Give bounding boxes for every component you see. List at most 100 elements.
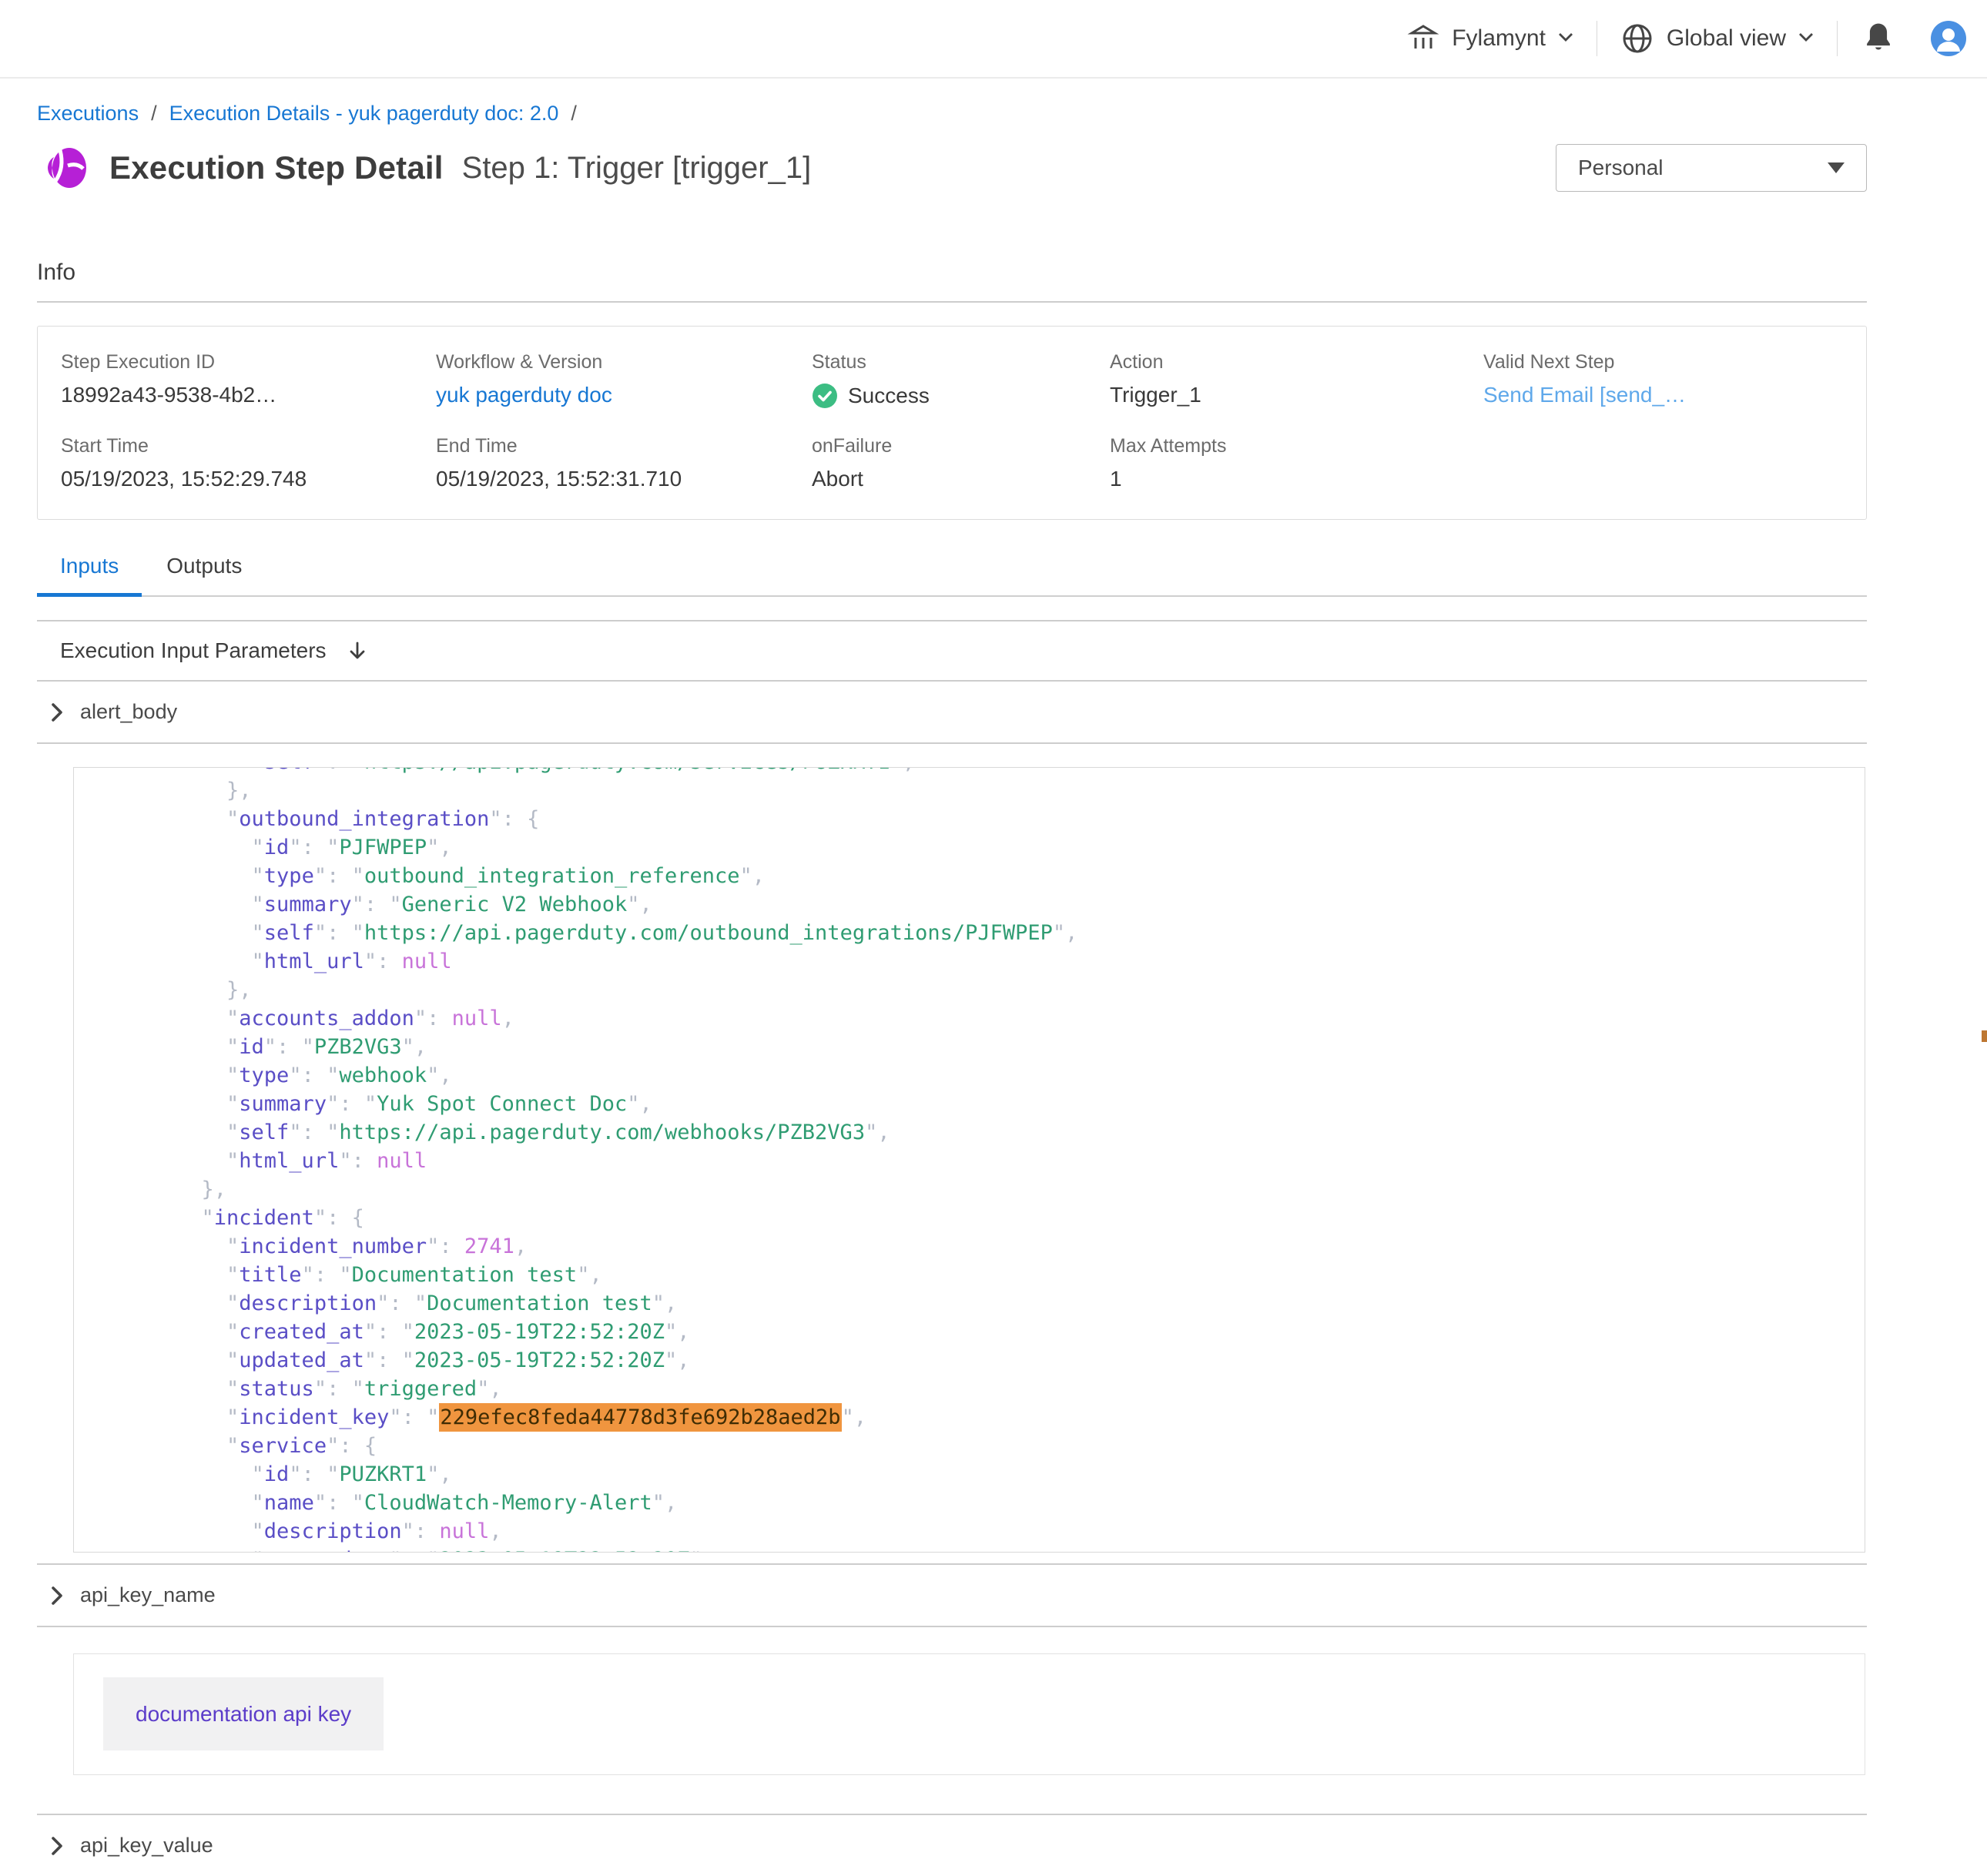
expander-label: api_key_name [80, 1583, 216, 1607]
code-line: "incident_key": "229efec8feda44778d3fe69… [176, 1403, 1865, 1432]
status-text: Success [848, 384, 930, 408]
section-divider [37, 1626, 1867, 1627]
code-line: "self": "https://api.pagerduty.com/servi… [176, 767, 1865, 776]
code-line: "accounts_addon": null, [176, 1004, 1865, 1033]
code-line: "html_url": null [176, 947, 1865, 976]
code-line: "id": "PJFWPEP", [176, 833, 1865, 862]
info-field: Valid Next Step Send Email [send_… [1483, 351, 1866, 409]
info-field-value[interactable]: yuk pagerduty doc [436, 383, 812, 407]
code-line: }, [176, 1175, 1865, 1204]
code-line: "html_url": null [176, 1147, 1865, 1175]
info-field-value: Abort [812, 467, 1110, 491]
code-line: "id": "PZB2VG3", [176, 1033, 1865, 1061]
info-field-label: Workflow & Version [436, 351, 812, 374]
info-field: End Time 05/19/2023, 15:52:31.710 [436, 435, 812, 491]
code-line: "type": "webhook", [176, 1061, 1865, 1090]
tab-bar: Inputs Outputs [37, 554, 1867, 597]
info-field-label: Action [1110, 351, 1483, 374]
expander-alert-body[interactable]: alert_body [37, 682, 1867, 742]
code-line: "title": "Documentation test", [176, 1261, 1865, 1289]
info-field-value[interactable]: Send Email [send_… [1483, 383, 1866, 407]
fylamynt-logo-icon [37, 142, 89, 193]
org-name-label: Fylamynt [1452, 25, 1546, 52]
info-field-value: 18992a43-9538-4b2… [61, 383, 436, 407]
view-name-label: Global view [1667, 25, 1786, 52]
code-line: "summary": "Generic V2 Webhook", [176, 890, 1865, 919]
info-field: Max Attempts 1 [1110, 435, 1483, 491]
code-line: "service": { [176, 1432, 1865, 1460]
info-field-label: Status [812, 351, 1110, 374]
info-field: Start Time 05/19/2023, 15:52:29.748 [61, 435, 436, 491]
api-key-name-chip: documentation api key [103, 1677, 384, 1750]
code-line: "outbound_integration": { [176, 805, 1865, 833]
api-key-name-value-box: documentation api key [73, 1653, 1865, 1775]
expander-api-key-name[interactable]: api_key_name [37, 1565, 1867, 1626]
code-line: }, [176, 776, 1865, 805]
code-line: }, [176, 976, 1865, 1004]
tab-inputs[interactable]: Inputs [37, 554, 142, 595]
breadcrumb-link[interactable]: Execution Details - yuk pagerduty doc: 2… [169, 102, 559, 125]
info-field-label: Max Attempts [1110, 435, 1483, 457]
breadcrumb-separator: / [151, 102, 157, 125]
organization-bank-icon [1407, 22, 1439, 55]
tab-outputs[interactable]: Outputs [156, 554, 253, 595]
chevron-down-icon [1558, 32, 1573, 46]
chevron-right-icon [51, 702, 63, 722]
info-card: Step Execution ID18992a43-9538-4b2…Workf… [37, 326, 1867, 520]
expander-label: api_key_value [80, 1834, 213, 1858]
top-bar: Fylamynt Global view [0, 0, 1987, 79]
execution-input-parameters-label: Execution Input Parameters [60, 638, 327, 663]
info-heading: Info [37, 260, 1867, 286]
code-line: "updated_at": "2023-05-19T22:52:20Z", [176, 1346, 1865, 1375]
info-field-label: End Time [436, 435, 812, 457]
breadcrumb-separator: / [571, 102, 577, 125]
code-line: "type": "outbound_integration_reference"… [176, 862, 1865, 890]
view-switcher[interactable]: Global view [1597, 22, 1837, 55]
breadcrumb: Executions / Execution Details - yuk pager… [37, 102, 1867, 126]
expander-api-key-value[interactable]: api_key_value [37, 1815, 1867, 1876]
code-line: "self": "https://api.pagerduty.com/outbo… [176, 919, 1865, 947]
status-badge: Success [812, 383, 1110, 409]
notifications-bell-icon[interactable] [1838, 21, 1919, 57]
info-field-label: Valid Next Step [1483, 351, 1866, 374]
code-line: "incident": { [176, 1204, 1865, 1232]
info-field: Step Execution ID18992a43-9538-4b2… [61, 351, 436, 409]
info-field-value: Trigger_1 [1110, 383, 1483, 407]
info-field-value: 05/19/2023, 15:52:31.710 [436, 467, 812, 491]
chevron-down-icon [1798, 32, 1814, 46]
code-line: "self": "https://api.pagerduty.com/webho… [176, 1118, 1865, 1147]
globe-icon [1620, 22, 1654, 55]
alert-body-json-viewer[interactable]: "self": "https://api.pagerduty.com/servi… [73, 767, 1865, 1553]
info-field: Status Success [812, 351, 1110, 409]
page-title: Execution Step Detail [109, 149, 444, 186]
title-row: Execution Step Detail Step 1: Trigger [t… [37, 142, 1867, 193]
chevron-right-icon [51, 1586, 63, 1606]
code-line: "created_at": "2023-05-19T22:52:20Z", [176, 1318, 1865, 1346]
section-divider [37, 301, 1867, 303]
info-field-value: 05/19/2023, 15:52:29.748 [61, 467, 436, 491]
code-line: "summary": "Yuk Spot Connect Doc", [176, 1090, 1865, 1118]
success-check-icon [812, 383, 838, 409]
code-line: "name": "CloudWatch-Memory-Alert", [176, 1489, 1865, 1517]
code-line: "id": "PUZKRT1", [176, 1460, 1865, 1489]
info-field-value: 1 [1110, 467, 1483, 491]
info-field-label: onFailure [812, 435, 1110, 457]
execution-input-parameters-header: Execution Input Parameters [37, 621, 1867, 680]
info-field-label: Start Time [61, 435, 436, 457]
info-field: onFailure Abort [812, 435, 1110, 491]
user-avatar[interactable] [1930, 20, 1967, 57]
code-line: "status": "triggered", [176, 1375, 1865, 1403]
chevron-right-icon [51, 1836, 63, 1856]
expander-label: alert_body [80, 700, 177, 724]
code-line: "description": "Documentation test", [176, 1289, 1865, 1318]
page-subtitle: Step 1: Trigger [trigger_1] [462, 151, 812, 186]
code-content: "self": "https://api.pagerduty.com/servi… [74, 767, 1865, 1553]
scope-select[interactable]: Personal [1556, 144, 1867, 192]
code-line: "description": null, [176, 1517, 1865, 1546]
download-arrow-icon[interactable] [347, 640, 368, 662]
org-switcher[interactable]: Fylamynt [1384, 22, 1597, 55]
breadcrumb-link[interactable]: Executions [37, 102, 139, 125]
info-field: Workflow & Version yuk pagerduty doc [436, 351, 812, 409]
scrollbar-match-marker [1982, 1030, 1987, 1042]
info-field: Action Trigger_1 [1110, 351, 1483, 409]
